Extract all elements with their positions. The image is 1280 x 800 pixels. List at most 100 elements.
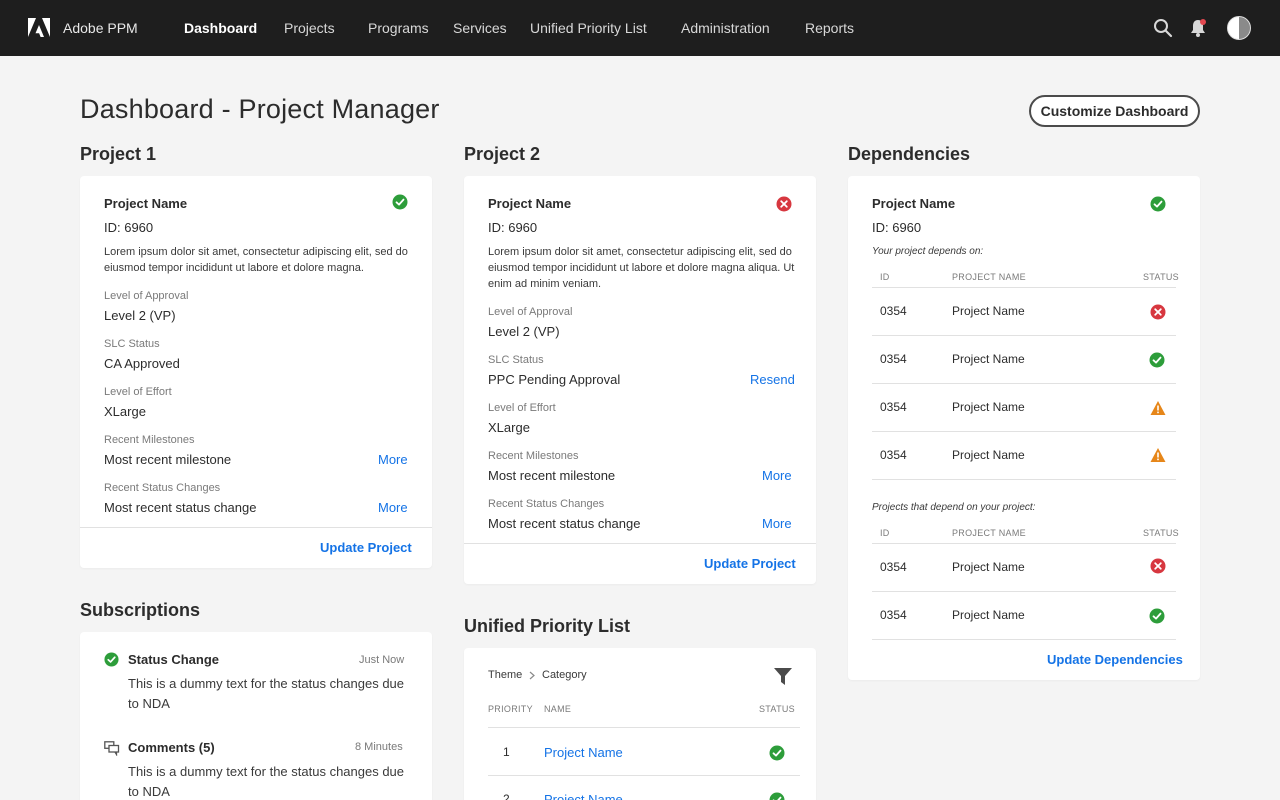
update-dependencies-button[interactable]: Update Dependencies xyxy=(1047,652,1183,667)
breadcrumb-category[interactable]: Category xyxy=(542,669,587,681)
subscriptions-section-title: Subscriptions xyxy=(80,600,201,620)
dependency-id: 0354 xyxy=(880,448,907,462)
column-header-priority: PRIORITY xyxy=(488,704,533,714)
project-description: Lorem ipsum dolor sit amet, consectetur … xyxy=(104,246,408,274)
field-label: Level of Approval xyxy=(104,290,189,302)
project-id: ID: 6960 xyxy=(104,220,154,235)
dependency-id: 0354 xyxy=(880,400,907,414)
dependent-name[interactable]: Project Name xyxy=(952,560,1025,574)
avatar[interactable] xyxy=(1227,16,1251,40)
page-title: Dashboard - Project Manager xyxy=(80,94,440,124)
divider xyxy=(488,727,800,728)
divider xyxy=(872,287,1176,288)
upl-project-link[interactable]: Project Name xyxy=(544,745,623,760)
dependencies-section-title: Dependencies xyxy=(848,144,971,164)
customize-dashboard-button[interactable]: Customize Dashboard xyxy=(1029,95,1200,127)
field-value: XLarge xyxy=(104,404,146,419)
field-label: Recent Milestones xyxy=(104,434,195,446)
dependent-name[interactable]: Project Name xyxy=(952,608,1025,622)
brand-name[interactable]: Adobe PPM xyxy=(63,20,138,36)
nav-dashboard[interactable]: Dashboard xyxy=(184,20,257,36)
check-circle-icon xyxy=(1150,196,1166,212)
subscription-time: 8 Minutes xyxy=(355,741,403,753)
column-header-status: STATUS xyxy=(1143,528,1179,538)
nav-administration[interactable]: Administration xyxy=(681,20,770,36)
more-milestones-link[interactable]: More xyxy=(378,452,408,467)
column-header-name: NAME xyxy=(544,704,572,714)
nav-programs[interactable]: Programs xyxy=(368,20,429,36)
column-header-id: ID xyxy=(880,272,890,282)
priority-number: 1 xyxy=(503,745,510,759)
field-value: PPC Pending Approval xyxy=(488,372,621,387)
dependency-name[interactable]: Project Name xyxy=(952,400,1025,414)
field-value: Most recent status change xyxy=(104,500,257,515)
subscription-title[interactable]: Comments (5) xyxy=(128,740,215,755)
divider xyxy=(488,775,800,776)
field-label: Level of Effort xyxy=(488,402,556,414)
field-value: Most recent milestone xyxy=(104,452,232,467)
filter-icon[interactable] xyxy=(773,667,793,687)
project-id: ID: 6960 xyxy=(488,220,538,235)
field-value: Most recent milestone xyxy=(488,468,616,483)
upl-project-link[interactable]: Project Name xyxy=(544,792,623,800)
field-value: Level 2 (VP) xyxy=(104,308,176,323)
subscription-time: Just Now xyxy=(359,654,405,666)
adobe-logo-icon[interactable] xyxy=(28,18,50,38)
project-name: Project Name xyxy=(872,196,956,211)
update-project-button[interactable]: Update Project xyxy=(320,540,412,555)
divider xyxy=(464,543,816,544)
notification-badge xyxy=(1200,19,1206,25)
check-circle-icon xyxy=(769,792,785,800)
warning-icon xyxy=(1150,448,1166,462)
resend-link[interactable]: Resend xyxy=(750,372,795,387)
dependency-name[interactable]: Project Name xyxy=(952,448,1025,462)
field-label: SLC Status xyxy=(488,354,544,366)
error-circle-icon xyxy=(1150,304,1166,320)
more-status-changes-link[interactable]: More xyxy=(762,516,792,531)
more-status-changes-link[interactable]: More xyxy=(378,500,408,515)
field-value: XLarge xyxy=(488,420,530,435)
field-value: Level 2 (VP) xyxy=(488,324,560,339)
search-icon[interactable] xyxy=(1153,18,1173,38)
dependents-label: Projects that depend on your project: xyxy=(872,502,1036,513)
field-value: Most recent status change xyxy=(488,516,641,531)
subscription-text: This is a dummy text for the status chan… xyxy=(128,764,405,799)
project1-card: Project Name ID: 6960 Lorem ipsum dolor … xyxy=(80,176,432,568)
check-circle-icon xyxy=(769,745,785,761)
nav-reports[interactable]: Reports xyxy=(805,20,854,36)
upl-section-title: Unified Priority List xyxy=(464,616,631,636)
error-circle-icon xyxy=(776,196,792,212)
column-header-status: STATUS xyxy=(1143,272,1179,282)
nav-services[interactable]: Services xyxy=(453,20,507,36)
breadcrumb-theme[interactable]: Theme xyxy=(488,669,522,681)
project-name: Project Name xyxy=(104,196,188,211)
update-project-button[interactable]: Update Project xyxy=(704,556,796,571)
dependent-id: 0354 xyxy=(880,560,907,574)
nav-unified-priority-list[interactable]: Unified Priority List xyxy=(530,20,647,36)
divider xyxy=(872,431,1176,432)
project-description: Lorem ipsum dolor sit amet, consectetur … xyxy=(488,246,795,290)
project-name: Project Name xyxy=(488,196,572,211)
subscription-title[interactable]: Status Change xyxy=(128,652,219,667)
dependency-name[interactable]: Project Name xyxy=(952,352,1025,366)
error-circle-icon xyxy=(1150,558,1166,574)
column-header-project-name: PROJECT NAME xyxy=(952,272,1026,282)
dependencies-card: Project Name ID: 6960 Your project depen… xyxy=(848,176,1200,680)
comments-icon xyxy=(104,741,120,756)
check-circle-icon xyxy=(392,194,408,210)
column-header-project-name: PROJECT NAME xyxy=(952,528,1026,538)
check-circle-icon xyxy=(104,652,119,667)
field-label: Recent Status Changes xyxy=(104,482,221,494)
check-circle-icon xyxy=(1149,608,1165,624)
priority-number: 2 xyxy=(503,792,510,800)
upl-card: Theme Category PRIORITY NAME STATUS 1 Pr… xyxy=(464,648,816,800)
divider xyxy=(80,527,432,528)
more-milestones-link[interactable]: More xyxy=(762,468,792,483)
check-circle-icon xyxy=(1149,352,1165,368)
column-header-id: ID xyxy=(880,528,890,538)
dependency-name[interactable]: Project Name xyxy=(952,304,1025,318)
dependency-id: 0354 xyxy=(880,304,907,318)
nav-projects[interactable]: Projects xyxy=(284,20,335,36)
divider xyxy=(872,479,1176,480)
project2-card: Project Name ID: 6960 Lorem ipsum dolor … xyxy=(464,176,816,584)
